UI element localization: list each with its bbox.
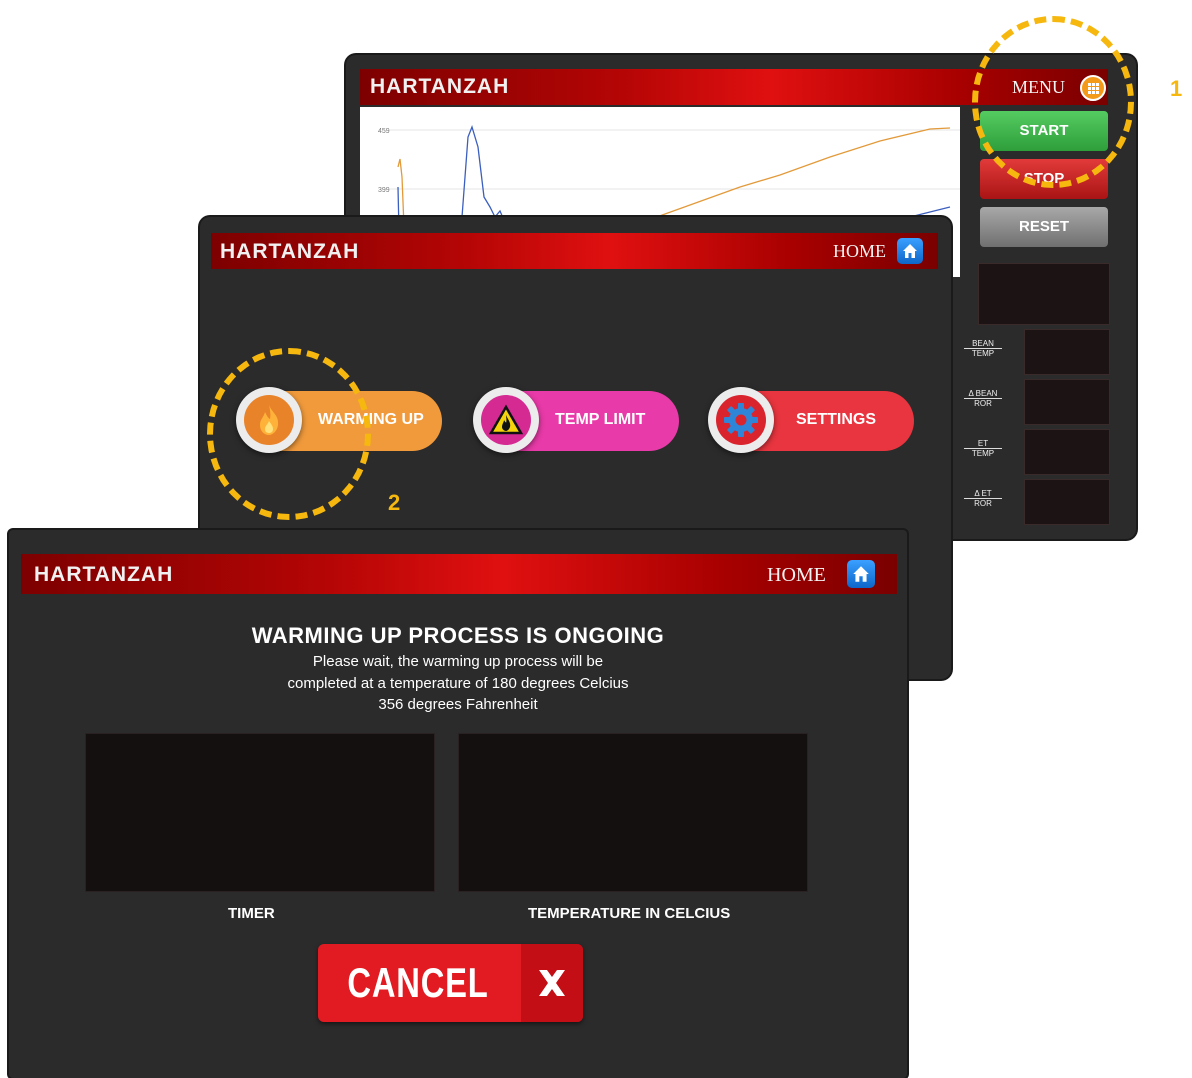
warming-up-screen: HARTANZAH HOME WARMING UP PROCESS IS ONG… <box>9 530 907 1078</box>
header-bar: HARTANZAH HOME <box>211 233 938 269</box>
et-temp-readout <box>1024 429 1110 475</box>
temp-limit-icon-ring <box>473 387 539 453</box>
temp-limit-button[interactable]: TEMP LIMIT <box>473 387 679 453</box>
annotation-number-2: 2 <box>388 490 401 515</box>
header-bar: HARTANZAH HOME <box>21 554 897 594</box>
bean-temp-readout <box>1024 329 1110 375</box>
process-message-line2: completed at a temperature of 180 degree… <box>287 675 629 692</box>
temp-limit-label: TEMP LIMIT <box>555 411 646 428</box>
reset-button[interactable]: RESET <box>980 207 1108 247</box>
process-heading: WARMING UP PROCESS IS ONGOING <box>251 623 665 648</box>
cancel-button[interactable]: CANCEL <box>318 944 583 1022</box>
cancel-label: CANCEL <box>347 959 489 1006</box>
gear-icon <box>716 395 766 445</box>
process-message-line1: Please wait, the warming up process will… <box>312 653 604 670</box>
annotation-ring-1 <box>972 16 1134 188</box>
temperature-label: TEMPERATURE IN CELCIUS <box>528 905 731 922</box>
settings-icon-ring <box>708 387 774 453</box>
timer-label: TIMER <box>228 905 275 922</box>
settings-label: SETTINGS <box>796 411 877 428</box>
bean-ror-readout <box>1024 379 1110 425</box>
annotation-ring-2 <box>207 348 371 520</box>
readout-panel-main <box>978 263 1110 325</box>
annotation-number-1: 1 <box>1170 76 1183 101</box>
y-tick-399: 399 <box>378 187 390 194</box>
home-label[interactable]: HOME <box>833 241 886 262</box>
home-icon[interactable] <box>847 560 875 588</box>
et-temp-label: ET TEMP <box>964 439 1002 458</box>
et-ror-readout <box>1024 479 1110 525</box>
brand-title: HARTANZAH <box>34 563 174 586</box>
y-tick-459: 459 <box>378 128 390 135</box>
timer-display <box>85 733 435 892</box>
et-ror-label: Δ ET ROR <box>964 489 1002 508</box>
brand-title: HARTANZAH <box>370 75 510 98</box>
bean-ror-label: Δ BEAN ROR <box>964 389 1002 408</box>
temperature-display <box>458 733 808 892</box>
settings-button[interactable]: SETTINGS <box>708 387 914 453</box>
home-label[interactable]: HOME <box>767 564 826 587</box>
warning-flame-icon <box>481 395 531 445</box>
brand-title: HARTANZAH <box>220 240 360 263</box>
home-icon[interactable] <box>897 238 923 264</box>
close-icon <box>521 944 583 1022</box>
process-message-line3: 356 degrees Fahrenheit <box>378 696 538 713</box>
bean-temp-label: BEAN TEMP <box>964 339 1002 358</box>
